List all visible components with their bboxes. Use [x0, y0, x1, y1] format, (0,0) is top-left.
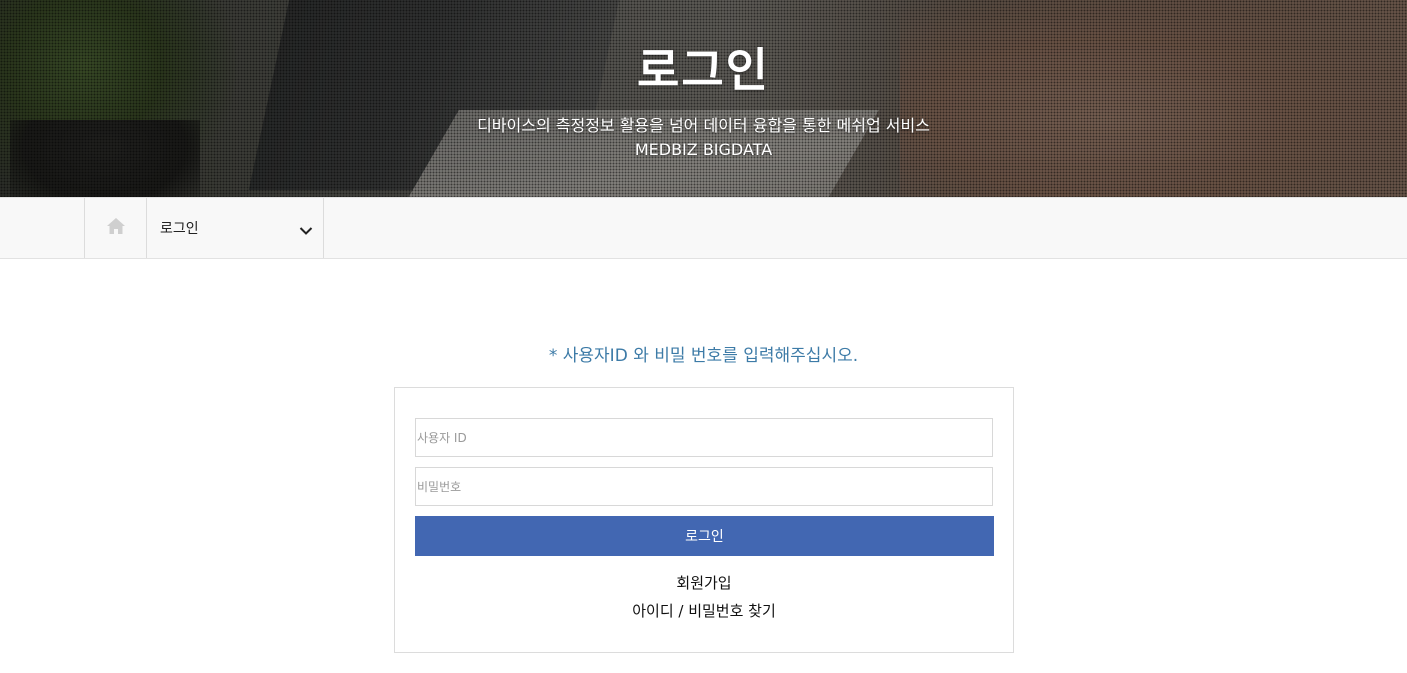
signup-link[interactable]: 회원가입 [395, 572, 1013, 594]
login-button[interactable]: 로그인 [415, 516, 994, 556]
breadcrumb: 로그인 [0, 197, 1407, 259]
chevron-down-icon [299, 221, 313, 240]
breadcrumb-dropdown[interactable]: 로그인 [147, 198, 324, 258]
hero-subtitle: 디바이스의 측정정보 활용을 넘어 데이터 융합을 통한 메쉬업 서비스 [477, 116, 930, 135]
login-form: 로그인 회원가입 아이디 / 비밀번호 찾기 [394, 387, 1014, 653]
page-title: 로그인 [637, 43, 770, 97]
hero-banner: 로그인 디바이스의 측정정보 활용을 넘어 데이터 융합을 통한 메쉬업 서비스… [0, 0, 1407, 197]
home-button[interactable] [84, 198, 147, 258]
hero-brand-subtitle: MEDBIZ BIGDATA [634, 140, 773, 159]
home-icon [106, 217, 126, 239]
login-notice: * 사용자ID 와 비밀 번호를 입력해주십시오. [548, 346, 859, 366]
find-id-password-link[interactable]: 아이디 / 비밀번호 찾기 [395, 600, 1013, 622]
user-id-input[interactable] [415, 418, 993, 457]
breadcrumb-current: 로그인 [160, 221, 199, 237]
password-input[interactable] [415, 467, 993, 506]
